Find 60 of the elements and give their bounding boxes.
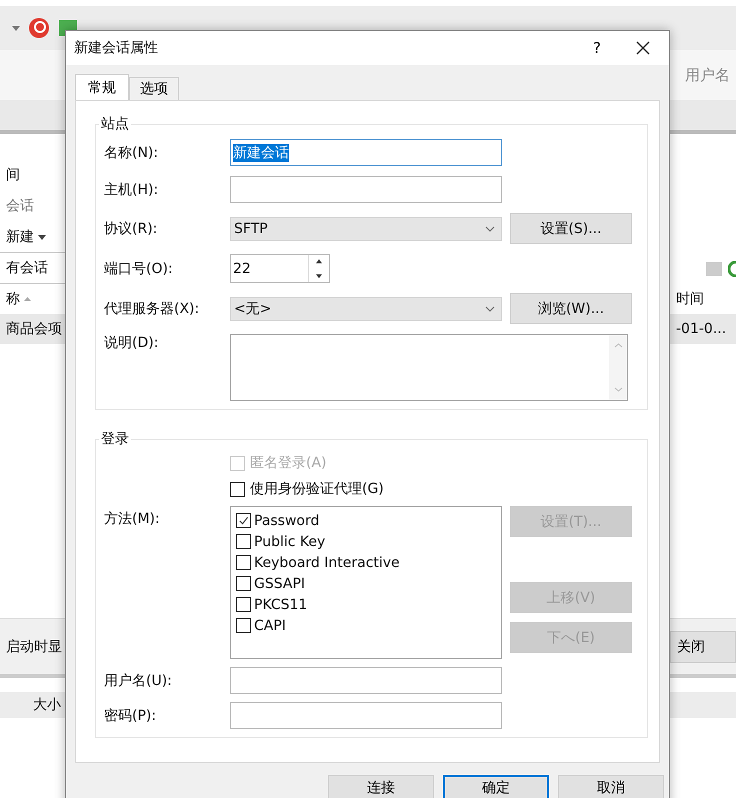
proxy-dropdown[interactable]: <无> (230, 296, 502, 320)
help-button[interactable]: ? (577, 38, 617, 58)
settings-button[interactable]: 设置(S)... (510, 213, 632, 244)
method-label[interactable]: Public Key (254, 534, 326, 550)
column-header[interactable]: 称 (6, 290, 20, 308)
field-label: 代理服务器(X): (104, 300, 200, 318)
field-label: 用户名(U): (104, 672, 173, 690)
column-header[interactable]: 大小 (0, 692, 65, 718)
tab[interactable]: 选项 (129, 77, 179, 100)
protocol-dropdown[interactable]: SFTP (230, 216, 502, 240)
field-label: 端口号(O): (104, 260, 174, 278)
caret-icon[interactable] (38, 234, 46, 240)
close-icon (636, 41, 650, 55)
method-label[interactable]: Keyboard Interactive (254, 554, 400, 570)
method-label[interactable]: Password (254, 512, 320, 528)
method-label[interactable]: PKCS11 (254, 596, 308, 612)
host-field[interactable] (230, 176, 502, 203)
checkmark-icon (238, 515, 249, 526)
field-label: 主机(H): (104, 180, 160, 198)
checkbox-label[interactable]: 使用身份验证代理(G) (250, 480, 384, 498)
field-label: 说明(D): (104, 334, 160, 352)
name-field[interactable]: 新建会话 (230, 139, 502, 166)
checkbox[interactable] (236, 513, 251, 528)
new-button[interactable]: 新建 (6, 228, 34, 246)
group-title: 登录 (100, 430, 130, 448)
column-label: 用户名 (685, 66, 730, 84)
field-label: 名称(N): (104, 144, 160, 162)
browse-button[interactable]: 浏览(W)... (510, 293, 632, 324)
dialog-button[interactable]: 取消 (558, 775, 664, 798)
username-field[interactable] (230, 667, 502, 694)
port-spinner[interactable]: 22 (230, 254, 330, 283)
column-header[interactable]: 时间 (670, 284, 736, 314)
password-field[interactable] (230, 702, 502, 729)
checkbox[interactable] (236, 534, 251, 549)
refresh-icon[interactable] (728, 261, 736, 277)
window-title: 新建会话属性 (74, 39, 159, 57)
footer-text: 启动时显 (5, 638, 62, 656)
section-title: 间 (5, 166, 21, 185)
checkbox[interactable] (236, 576, 251, 591)
checkbox[interactable] (236, 618, 251, 633)
field-label: 密码(P): (104, 706, 158, 724)
method-label[interactable]: CAPI (254, 618, 286, 634)
method-list[interactable]: Password Public Key Keyboard Interactive GSSAPI PKCS11 CAPI (230, 506, 502, 659)
field-label: 协议(R): (104, 220, 158, 238)
chevron-down-icon (485, 306, 495, 312)
field-label: 方法(M): (104, 510, 161, 528)
chevron-down-icon (485, 226, 495, 232)
dialog-button[interactable]: 连接 (328, 775, 434, 798)
description-field[interactable] (230, 334, 628, 401)
checkbox[interactable] (230, 482, 245, 496)
list-row[interactable]: -01-0... (670, 314, 736, 344)
method-label[interactable]: GSSAPI (254, 576, 306, 592)
tab[interactable]: 常规 (75, 74, 129, 100)
close-button[interactable]: 关闭 (670, 630, 736, 662)
list-row[interactable]: 商品会项 (0, 314, 65, 344)
checkbox[interactable] (236, 597, 251, 612)
sort-arrow-icon (24, 297, 31, 301)
dialog-button[interactable]: 确定 (443, 775, 549, 798)
group-title: 站点 (100, 115, 130, 133)
checkbox[interactable] (236, 555, 251, 570)
